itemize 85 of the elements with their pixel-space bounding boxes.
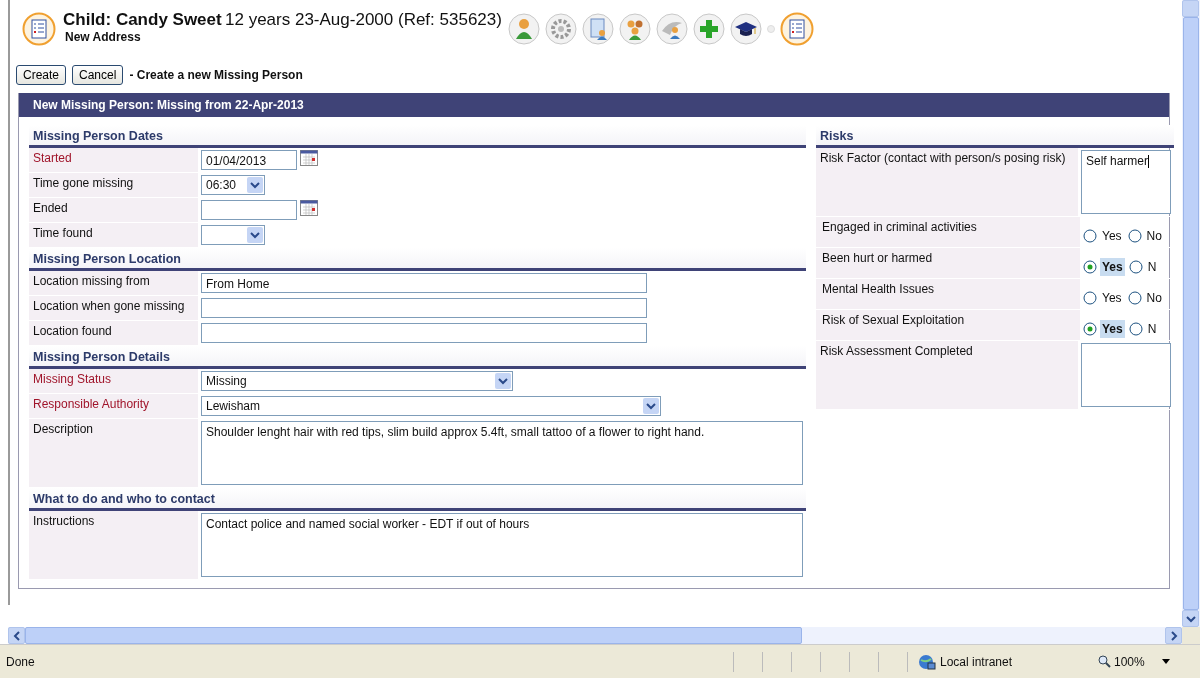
text-field[interactable] xyxy=(201,323,647,343)
caret-icon xyxy=(646,402,656,410)
caret-icon xyxy=(12,630,21,641)
text-field[interactable]: From Home xyxy=(201,273,647,293)
option-label: N xyxy=(1146,321,1158,338)
child-name: Child: Candy Sweet xyxy=(63,10,222,29)
radio-option[interactable]: No xyxy=(1127,227,1164,245)
dropdown[interactable] xyxy=(201,225,265,245)
dropdown-caret-icon[interactable] xyxy=(1161,659,1170,664)
checklist-icon xyxy=(22,12,56,46)
calendar-icon[interactable] xyxy=(300,200,318,216)
field-label: Description xyxy=(29,419,198,487)
field-label: Risk Factor (contact with person/s posing risk) xyxy=(816,148,1078,216)
action-caption: - Create a new Missing Person xyxy=(129,68,303,82)
date-field[interactable]: 01/04/2013 xyxy=(201,150,297,170)
field-label: Mental Health Issues xyxy=(816,279,1080,309)
option-label: No xyxy=(1145,228,1163,245)
checklist-icon[interactable] xyxy=(779,12,814,46)
field-label: Risk Assessment Completed xyxy=(816,341,1078,409)
text-area[interactable] xyxy=(1081,343,1171,407)
horizontal-scrollbar[interactable] xyxy=(8,627,1200,645)
option-label: N xyxy=(1146,259,1158,276)
field-label: Location when gone missing xyxy=(29,296,198,320)
dropdown[interactable]: Lewisham xyxy=(201,396,661,416)
caret-icon xyxy=(250,231,260,239)
option-label: No xyxy=(1145,290,1163,307)
date-field[interactable] xyxy=(201,200,297,220)
dropdown[interactable]: Missing xyxy=(201,371,513,391)
separator-dot xyxy=(766,25,775,33)
radio-option[interactable]: No xyxy=(1127,289,1164,307)
field-label: Started xyxy=(29,148,198,172)
person-icon[interactable] xyxy=(507,13,540,45)
scroll-thumb[interactable] xyxy=(1183,17,1199,611)
field-label: Been hurt or harmed xyxy=(816,248,1080,278)
page-subtitle: New Address xyxy=(65,30,142,44)
field-label: Responsible Authority xyxy=(29,394,198,418)
field-label: Missing Status xyxy=(29,369,198,393)
radio-option[interactable]: Yes xyxy=(1083,289,1124,307)
graduation-cap-icon[interactable] xyxy=(729,13,762,45)
text-area[interactable]: Contact police and named social worker - EDT if out of hours xyxy=(201,513,803,577)
field-label: Instructions xyxy=(29,511,198,579)
people-icon[interactable] xyxy=(618,13,651,45)
option-label: Yes xyxy=(1101,228,1123,245)
calendar-icon[interactable] xyxy=(300,150,318,166)
child-details: 12 years 23-Aug-2000 (Ref: 535623) xyxy=(225,10,502,29)
radio-option[interactable]: Yes xyxy=(1083,320,1125,338)
scroll-right-button[interactable] xyxy=(1165,627,1182,645)
scroll-left-button[interactable] xyxy=(8,627,25,645)
radio-option[interactable]: Yes xyxy=(1083,227,1124,245)
field-label: Location missing from xyxy=(29,271,198,295)
option-label: Yes xyxy=(1100,320,1125,338)
zone-text: Local intranet xyxy=(940,654,1013,669)
action-button[interactable]: Cancel xyxy=(72,65,124,85)
people-icon[interactable] xyxy=(655,13,688,45)
caret-icon xyxy=(1185,614,1196,623)
form-title: New Missing Person: Missing from 22-Apr-2013 xyxy=(19,93,1169,117)
field-label: Time gone missing xyxy=(29,173,198,197)
vertical-scrollbar[interactable] xyxy=(1182,0,1200,628)
zoom-level[interactable]: 100% xyxy=(1114,654,1145,669)
dropdown[interactable]: 06:30 xyxy=(201,175,265,195)
action-button[interactable]: Create xyxy=(16,65,67,85)
text-field[interactable] xyxy=(201,298,647,318)
caret-icon xyxy=(250,181,260,189)
status-text: Done xyxy=(5,654,36,669)
document-icon[interactable] xyxy=(581,13,614,45)
scroll-down-button[interactable] xyxy=(1182,610,1199,628)
radio-option[interactable]: N xyxy=(1128,258,1159,276)
caret-icon xyxy=(498,377,508,385)
radio-option[interactable]: Yes xyxy=(1083,258,1125,276)
option-label: Yes xyxy=(1101,290,1123,307)
field-label: Ended xyxy=(29,198,198,222)
scroll-thumb[interactable] xyxy=(25,627,802,645)
radio-option[interactable]: N xyxy=(1128,320,1159,338)
text-area[interactable]: Shoulder lenght hair with red tips, slim build approx 5.4ft, small tattoo of a flower to right hand. xyxy=(201,421,803,485)
network-icon xyxy=(918,653,936,670)
field-label: Time found xyxy=(29,223,198,247)
field-label: Engaged in criminal activities xyxy=(816,217,1080,247)
caret-icon xyxy=(1169,630,1178,641)
field-label: Location found xyxy=(29,321,198,345)
text-area[interactable]: Self harmer xyxy=(1081,150,1171,214)
field-label: Risk of Sexual Exploitation xyxy=(816,310,1080,340)
zoom-icon[interactable] xyxy=(1098,655,1111,668)
gear-icon[interactable] xyxy=(544,13,577,45)
section-heading: Risks xyxy=(816,125,1174,148)
option-label: Yes xyxy=(1100,258,1125,276)
